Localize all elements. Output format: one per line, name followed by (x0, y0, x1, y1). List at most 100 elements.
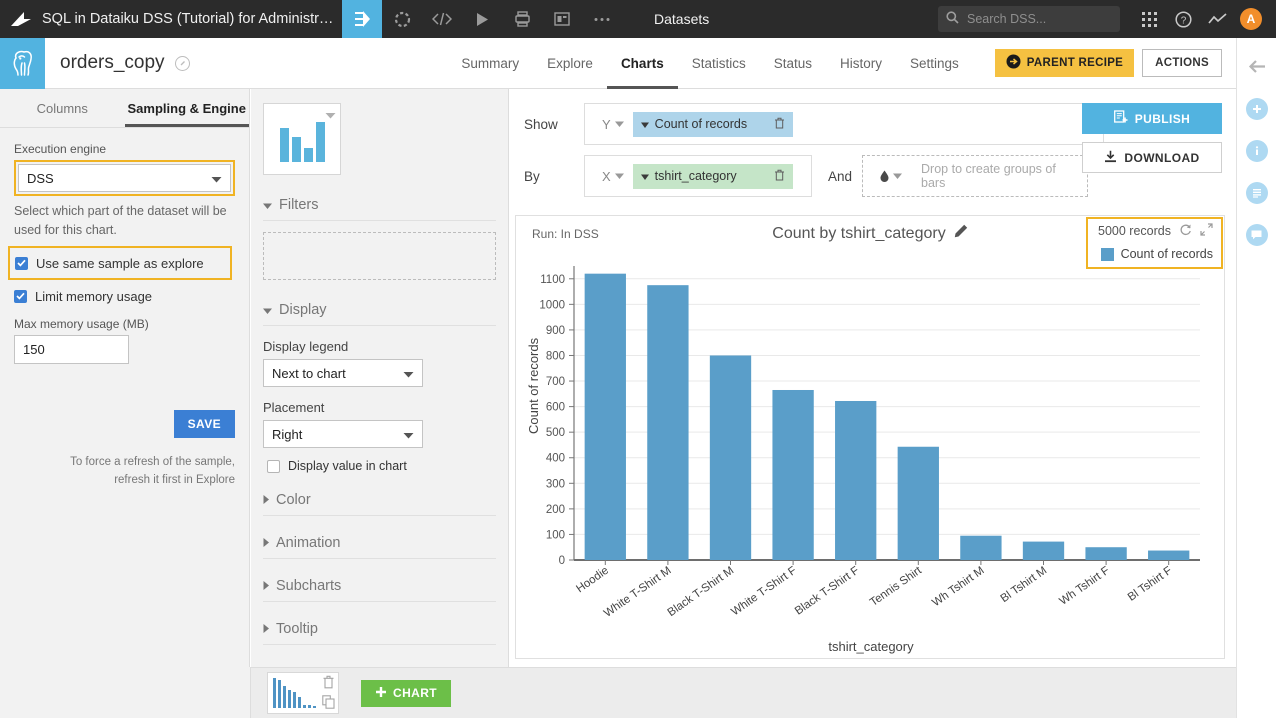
tooltip-section-header[interactable]: Tooltip (263, 621, 496, 645)
play-icon[interactable] (462, 0, 502, 38)
tab-charts[interactable]: Charts (607, 38, 678, 89)
group-type-selector[interactable] (871, 170, 911, 182)
chevron-down-icon (403, 366, 414, 381)
svg-text:800: 800 (546, 350, 565, 362)
placement-select[interactable]: Right (263, 420, 423, 448)
jobs-icon[interactable] (502, 0, 542, 38)
parent-recipe-button[interactable]: PARENT RECIPE (995, 49, 1134, 77)
pencil-edit-icon[interactable] (954, 224, 968, 243)
group-drop-hint: Drop to create groups of bars (921, 162, 1079, 190)
display-section-header[interactable]: Display (263, 302, 496, 326)
y-axis-selector[interactable]: Y (593, 117, 633, 132)
grid-apps-icon[interactable] (1132, 0, 1166, 38)
tab-summary[interactable]: Summary (447, 38, 533, 89)
display-value-row[interactable]: Display value in chart (263, 459, 496, 473)
arrow-right-circle-icon (1006, 54, 1021, 72)
copy-icon[interactable] (322, 695, 335, 712)
y-measure-chip[interactable]: Count of records (633, 112, 793, 137)
add-icon[interactable] (1246, 98, 1268, 120)
bar[interactable] (772, 390, 813, 560)
add-chart-button[interactable]: CHART (361, 680, 451, 707)
tab-explore[interactable]: Explore (533, 38, 607, 89)
bar[interactable] (1085, 547, 1126, 560)
expand-icon[interactable] (1200, 223, 1213, 239)
x-axis-dropzone[interactable]: X tshirt_category (584, 155, 812, 197)
publish-download-group: PUBLISH DOWNLOAD (1082, 103, 1222, 173)
tab-history[interactable]: History (826, 38, 896, 89)
trend-icon[interactable] (1200, 0, 1234, 38)
use-same-sample-row[interactable]: Use same sample as explore (15, 251, 225, 275)
chart-type-selector[interactable] (263, 103, 341, 175)
info-icon[interactable] (1246, 140, 1268, 162)
avatar[interactable]: A (1234, 0, 1268, 38)
section-label[interactable]: Datasets (654, 11, 709, 27)
download-button[interactable]: DOWNLOAD (1082, 142, 1222, 173)
bar[interactable] (835, 401, 876, 560)
filters-dropzone[interactable] (263, 232, 496, 280)
caret-down-icon (641, 169, 649, 183)
bar[interactable] (1023, 542, 1064, 560)
bar[interactable] (1148, 551, 1189, 560)
tab-columns[interactable]: Columns (0, 89, 125, 127)
flow-icon[interactable] (342, 0, 382, 38)
chart-card: Run: In DSS Count by tshirt_category 500… (515, 215, 1225, 659)
display-legend-select[interactable]: Next to chart (263, 359, 423, 387)
search-input[interactable] (965, 11, 1107, 27)
bar[interactable] (898, 447, 939, 560)
display-value-checkbox[interactable] (267, 460, 280, 473)
execution-engine-select[interactable]: DSS (18, 164, 231, 192)
bar[interactable] (960, 536, 1001, 560)
max-memory-input[interactable] (14, 335, 129, 364)
bar[interactable] (710, 355, 751, 560)
animation-label: Animation (276, 535, 340, 551)
left-panel-tabs: Columns Sampling & Engine (0, 89, 249, 128)
placement-value: Right (272, 427, 302, 442)
header-action-group: PARENT RECIPE ACTIONS (995, 49, 1222, 77)
filters-section-header[interactable]: Filters (263, 197, 496, 221)
publish-button[interactable]: PUBLISH (1082, 103, 1222, 134)
chart-thumbnail[interactable] (267, 672, 339, 714)
actions-button[interactable]: ACTIONS (1142, 49, 1222, 77)
chevron-down-icon (211, 171, 222, 186)
limit-memory-row[interactable]: Limit memory usage (14, 284, 235, 308)
project-title[interactable]: SQL in Dataiku DSS (Tutorial) for Admini… (42, 11, 342, 27)
discussions-chat-icon[interactable] (1246, 224, 1268, 246)
animation-section-header[interactable]: Animation (263, 535, 496, 559)
tab-status[interactable]: Status (760, 38, 826, 89)
color-label: Color (276, 492, 311, 508)
svg-text:300: 300 (546, 478, 565, 490)
more-icon[interactable] (582, 0, 622, 38)
help-icon[interactable]: ? (1166, 0, 1200, 38)
thumbnail-bar (273, 678, 276, 708)
svg-text:Hoodie: Hoodie (574, 565, 611, 596)
code-icon[interactable] (422, 0, 462, 38)
details-list-icon[interactable] (1246, 182, 1268, 204)
dataiku-logo-icon[interactable] (0, 0, 42, 38)
left-panel-body: Execution engine DSS Select which part o… (0, 128, 249, 364)
tab-statistics[interactable]: Statistics (678, 38, 760, 89)
trash-icon[interactable] (774, 117, 785, 132)
x-dimension-chip[interactable]: tshirt_category (633, 164, 793, 189)
svg-text:Black T-Shirt F: Black T-Shirt F (793, 565, 861, 618)
limit-memory-checkbox[interactable] (14, 290, 27, 303)
group-dropzone[interactable]: Drop to create groups of bars (862, 155, 1088, 197)
trash-icon[interactable] (774, 169, 785, 184)
refresh-icon[interactable] (1179, 223, 1192, 239)
subcharts-section-header[interactable]: Subcharts (263, 578, 496, 602)
y-axis-dropzone[interactable]: Y Count of records (584, 103, 1104, 145)
color-section-header[interactable]: Color (263, 492, 496, 516)
search-box[interactable] (938, 6, 1120, 32)
bar[interactable] (647, 285, 688, 560)
trash-icon[interactable] (322, 675, 335, 692)
save-button[interactable]: SAVE (174, 410, 235, 438)
x-axis-selector[interactable]: X (593, 169, 633, 184)
collapse-back-icon[interactable] (1245, 54, 1269, 78)
tab-settings[interactable]: Settings (896, 38, 973, 89)
use-same-sample-checkbox[interactable] (15, 257, 28, 270)
records-row: 5000 records (1098, 223, 1213, 239)
tab-sampling-engine[interactable]: Sampling & Engine (125, 89, 250, 127)
dataset-header: orders_copy Summary Explore Charts Stati… (0, 38, 1236, 89)
dashboard-icon[interactable] (542, 0, 582, 38)
gears-icon[interactable] (382, 0, 422, 38)
bar[interactable] (585, 274, 626, 560)
